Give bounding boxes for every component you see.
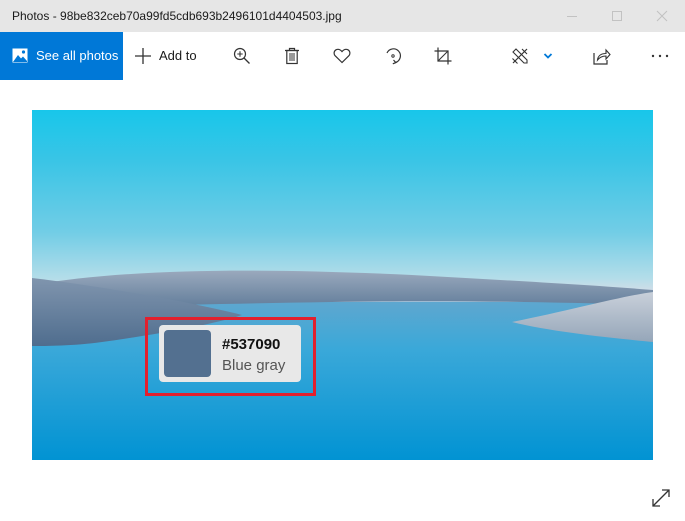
edit-and-create-button[interactable] [505, 32, 535, 80]
highlight-box [145, 317, 316, 396]
expand-icon [652, 489, 670, 507]
crop-button[interactable] [421, 32, 465, 80]
see-all-photos-label: See all photos [36, 48, 119, 63]
edit-draw-icon [512, 48, 528, 64]
favorite-button[interactable] [320, 32, 364, 80]
image-icon [12, 48, 28, 63]
see-all-photos-button[interactable]: See all photos [0, 32, 123, 80]
title-bar: Photos - 98be832ceb70a99fd5cdb693b249610… [0, 0, 685, 32]
add-to-button[interactable]: Add to [123, 32, 209, 80]
more-button[interactable] [638, 32, 682, 80]
rotate-button[interactable] [371, 32, 415, 80]
more-icon [651, 54, 669, 58]
minimize-button[interactable] [549, 0, 595, 32]
photo-landscape [32, 270, 653, 460]
add-to-label: Add to [159, 48, 197, 63]
toolbar: See all photos Add to [0, 32, 685, 80]
maximize-button[interactable] [594, 0, 640, 32]
rotate-icon [386, 48, 401, 65]
share-button[interactable] [580, 32, 624, 80]
zoom-button[interactable] [220, 32, 264, 80]
chevron-down-icon [543, 53, 553, 59]
edit-and-create-dropdown[interactable] [537, 32, 559, 80]
plus-icon [135, 48, 151, 64]
close-button[interactable] [639, 0, 685, 32]
minimize-icon [567, 16, 577, 17]
trash-icon [285, 47, 299, 65]
expand-button[interactable] [646, 483, 676, 513]
delete-button[interactable] [270, 32, 314, 80]
photo[interactable] [32, 110, 653, 460]
close-icon [656, 10, 668, 22]
window-title: Photos - 98be832ceb70a99fd5cdb693b249610… [12, 9, 342, 23]
zoom-in-icon [233, 47, 250, 64]
share-icon [593, 48, 611, 65]
crop-icon [434, 47, 452, 65]
maximize-icon [612, 11, 622, 21]
heart-icon [333, 48, 351, 64]
